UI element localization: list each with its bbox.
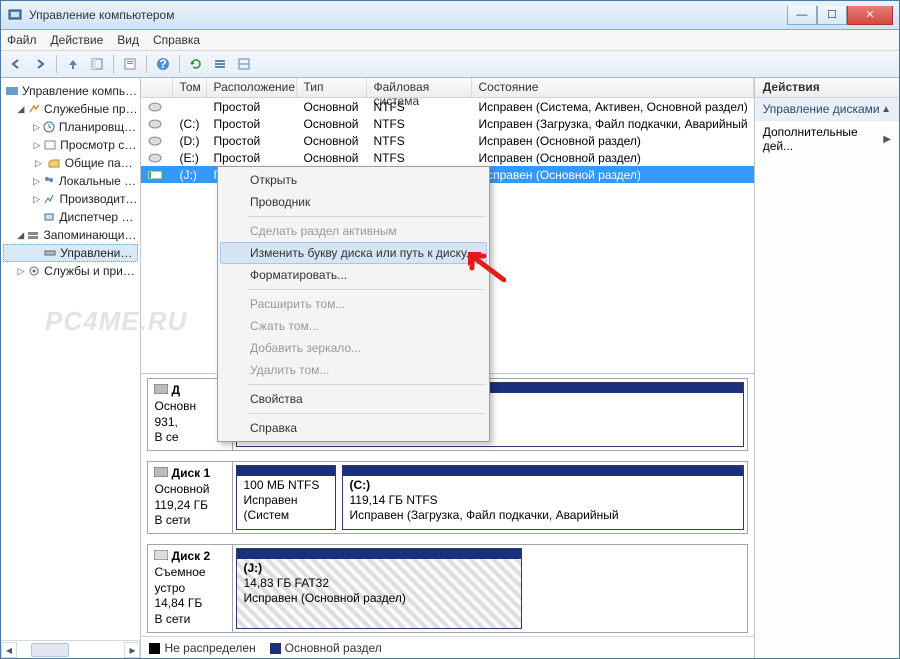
- properties-button[interactable]: [119, 53, 141, 75]
- up-button[interactable]: [62, 53, 84, 75]
- nav-scrollbar[interactable]: ◂ ▸: [1, 640, 140, 658]
- tree-root[interactable]: Управление компьютером (л: [3, 82, 138, 100]
- drive-icon: [147, 101, 163, 113]
- drive-icon: [147, 135, 163, 147]
- chevron-up-icon: ▲: [881, 104, 891, 115]
- tree-performance[interactable]: ▷Производительность: [3, 190, 138, 208]
- disk1-part-system[interactable]: 100 МБ NTFS Исправен (Систем: [236, 465, 336, 530]
- detail-view-button[interactable]: [233, 53, 255, 75]
- actions-pane: Действия Управление дисками ▲ Дополнител…: [755, 78, 899, 658]
- disk1-part-c[interactable]: (C:) 119,14 ГБ NTFS Исправен (Загрузка, …: [342, 465, 743, 530]
- col-layout[interactable]: Расположение: [207, 78, 297, 97]
- grid-row[interactable]: (C:)ПростойОсновнойNTFSИсправен (Загрузк…: [141, 115, 753, 132]
- col-type[interactable]: Тип: [297, 78, 367, 97]
- collapse-icon[interactable]: ◢: [17, 104, 25, 115]
- drive-icon: [147, 169, 163, 181]
- refresh-button[interactable]: [185, 53, 207, 75]
- minimize-button[interactable]: [787, 6, 817, 25]
- tree-diskmgmt[interactable]: Управление дисками: [3, 244, 138, 262]
- legend-unallocated-swatch: [149, 643, 160, 654]
- ctx-explorer[interactable]: Проводник: [220, 191, 487, 213]
- disk1-row[interactable]: Диск 1 Основной 119,24 ГБ В сети 100 МБ …: [147, 461, 747, 534]
- toolbar: ?: [1, 51, 899, 78]
- ctx-help[interactable]: Справка: [220, 417, 487, 439]
- expand-icon[interactable]: ▷: [33, 158, 44, 169]
- disk-icon: [154, 467, 168, 477]
- disk-icon: [154, 384, 168, 394]
- grid-row[interactable]: (E:)ПростойОсновнойNTFSИсправен (Основно…: [141, 149, 753, 166]
- menu-action[interactable]: Действие: [51, 33, 104, 47]
- disk1-header: Диск 1 Основной 119,24 ГБ В сети: [148, 462, 233, 533]
- chevron-right-icon: ▶: [883, 134, 891, 145]
- drive-icon: [147, 152, 163, 164]
- watermark: PC4ME.RU: [45, 306, 141, 337]
- grid-row[interactable]: ПростойОсновнойNTFSИсправен (Система, Ак…: [141, 98, 753, 115]
- disk2-part-j[interactable]: (J:) 14,83 ГБ FAT32 Исправен (Основной р…: [236, 548, 521, 629]
- menu-view[interactable]: Вид: [117, 33, 139, 47]
- ctx-open[interactable]: Открыть: [220, 169, 487, 191]
- ctx-properties[interactable]: Свойства: [220, 388, 487, 410]
- col-vol[interactable]: Том: [173, 78, 207, 97]
- grid-row[interactable]: (D:)ПростойОсновнойNTFSИсправен (Основно…: [141, 132, 753, 149]
- tree-scheduler[interactable]: ▷Планировщик заданий: [3, 118, 138, 136]
- ctx-extend: Расширить том...: [220, 293, 487, 315]
- list-view-button[interactable]: [209, 53, 231, 75]
- menu-help[interactable]: Справка: [153, 33, 200, 47]
- tree-services[interactable]: ▷Службы и приложения: [3, 262, 138, 280]
- scroll-thumb[interactable]: [31, 643, 69, 657]
- disk2-header: Диск 2 Съемное устро 14,84 ГБ В сети: [148, 545, 233, 632]
- grid-header[interactable]: Том Расположение Тип Файловая система Со…: [141, 78, 753, 98]
- actions-header: Действия: [755, 78, 899, 98]
- removable-disk-icon: [154, 550, 168, 560]
- maximize-button[interactable]: [817, 6, 847, 25]
- svg-text:?: ?: [159, 57, 166, 71]
- tree-shared[interactable]: ▷Общие папки: [3, 154, 138, 172]
- app-icon: [7, 7, 23, 23]
- titlebar[interactable]: Управление компьютером: [1, 1, 899, 30]
- back-button[interactable]: [5, 53, 27, 75]
- tree-utilities[interactable]: ◢Служебные программы: [3, 100, 138, 118]
- show-hide-button[interactable]: [86, 53, 108, 75]
- collapse-icon[interactable]: ◢: [17, 230, 24, 241]
- scroll-right-icon[interactable]: ▸: [124, 642, 140, 658]
- close-button[interactable]: [847, 6, 893, 25]
- help-button[interactable]: ?: [152, 53, 174, 75]
- tree-localusers[interactable]: ▷Локальные пользовате: [3, 172, 138, 190]
- tree-devmgr[interactable]: Диспетчер устройств: [3, 208, 138, 226]
- expand-icon[interactable]: ▷: [33, 194, 40, 205]
- expand-icon[interactable]: ▷: [33, 140, 41, 151]
- expand-icon[interactable]: ▷: [17, 266, 25, 277]
- context-menu: Открыть Проводник Сделать раздел активны…: [217, 166, 490, 442]
- annotation-arrow-icon: [466, 250, 506, 282]
- tree-eventviewer[interactable]: ▷Просмотр событий: [3, 136, 138, 154]
- ctx-format[interactable]: Форматировать...: [220, 264, 487, 286]
- ctx-delete: Удалить том...: [220, 359, 487, 381]
- col-state[interactable]: Состояние: [472, 78, 753, 97]
- actions-section-diskmgmt[interactable]: Управление дисками ▲: [755, 98, 899, 121]
- col-fs[interactable]: Файловая система: [367, 78, 472, 97]
- tree-storage[interactable]: ◢Запоминающие устройст: [3, 226, 138, 244]
- ctx-shrink: Сжать том...: [220, 315, 487, 337]
- ctx-change-letter[interactable]: Изменить букву диска или путь к диску...: [220, 242, 487, 264]
- legend: Не распределен Основной раздел: [141, 636, 753, 658]
- drive-icon: [147, 118, 163, 130]
- expand-icon[interactable]: ▷: [33, 176, 40, 187]
- legend-primary-swatch: [270, 643, 281, 654]
- forward-button[interactable]: [29, 53, 51, 75]
- nav-tree-pane: Управление компьютером (л ◢Служебные про…: [1, 78, 141, 658]
- disk2-row[interactable]: Диск 2 Съемное устро 14,84 ГБ В сети (J:…: [147, 544, 747, 633]
- menu-file[interactable]: Файл: [7, 33, 37, 47]
- ctx-active: Сделать раздел активным: [220, 220, 487, 242]
- menubar: Файл Действие Вид Справка: [1, 30, 899, 51]
- scroll-left-icon[interactable]: ◂: [1, 642, 17, 658]
- expand-icon[interactable]: ▷: [33, 122, 40, 133]
- window-title: Управление компьютером: [29, 8, 787, 22]
- actions-more[interactable]: Дополнительные дей... ▶: [755, 121, 899, 157]
- ctx-mirror: Добавить зеркало...: [220, 337, 487, 359]
